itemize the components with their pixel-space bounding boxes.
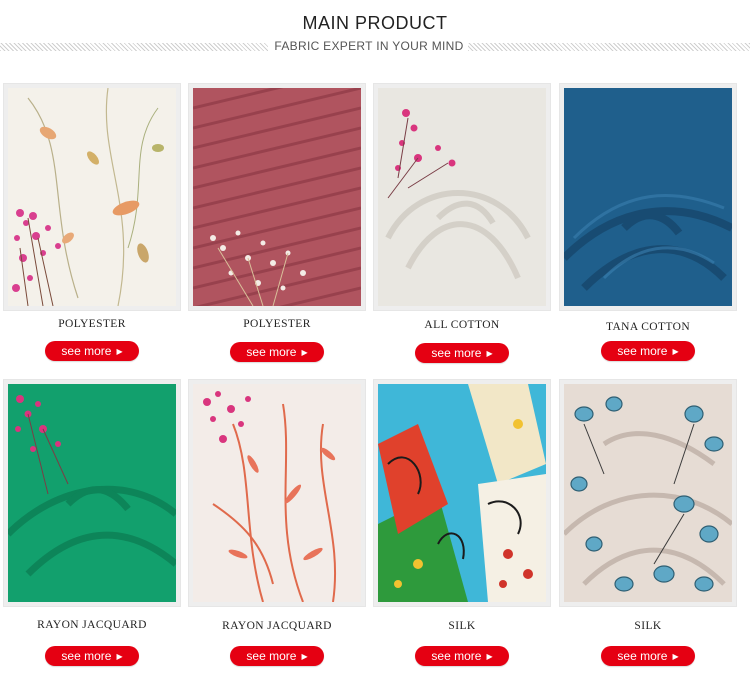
product-image[interactable] xyxy=(374,84,550,310)
product-label: TANA COTTON xyxy=(605,321,691,333)
arrow-right-icon: ▶ xyxy=(672,652,679,661)
see-more-button[interactable]: see more ▶ xyxy=(45,646,139,666)
button-label: see more xyxy=(617,649,668,663)
see-more-button[interactable]: see more ▶ xyxy=(45,341,139,361)
button-label: see more xyxy=(61,344,112,358)
product-image[interactable] xyxy=(560,380,736,606)
product-label: RAYON JACQUARD xyxy=(222,620,332,632)
product-label: SILK xyxy=(634,620,662,632)
product-image[interactable] xyxy=(4,380,180,606)
decorative-hatch-right xyxy=(468,43,750,51)
arrow-right-icon: ▶ xyxy=(486,349,493,358)
product-card-all-cotton[interactable]: ALL COTTON see more ▶ xyxy=(374,84,550,363)
see-more-button[interactable]: see more ▶ xyxy=(230,646,324,666)
decorative-hatch-left xyxy=(0,43,268,51)
see-more-button[interactable]: see more ▶ xyxy=(415,343,509,363)
see-more-button[interactable]: see more ▶ xyxy=(415,646,509,666)
product-label: RAYON JACQUARD xyxy=(37,619,147,631)
product-card-rayon-jacquard-green[interactable]: RAYON JACQUARD see more ▶ xyxy=(4,380,180,666)
page-subtitle: FABRIC EXPERT IN YOUR MIND xyxy=(274,39,464,53)
product-card-rayon-jacquard-floral[interactable]: RAYON JACQUARD see more ▶ xyxy=(189,380,365,666)
button-label: see more xyxy=(61,649,112,663)
product-card-silk-celtic[interactable]: SILK see more ▶ xyxy=(374,380,550,666)
product-image[interactable] xyxy=(4,84,180,310)
product-card-polyester-floral[interactable]: POLYESTER see more ▶ xyxy=(4,84,180,361)
product-card-silk-dots[interactable]: SILK see more ▶ xyxy=(560,380,736,666)
see-more-button[interactable]: see more ▶ xyxy=(601,341,695,361)
product-image[interactable] xyxy=(560,84,736,310)
button-label: see more xyxy=(246,345,297,359)
product-label: POLYESTER xyxy=(243,318,311,330)
page-title: MAIN PRODUCT xyxy=(302,13,448,33)
button-label: see more xyxy=(431,346,482,360)
product-card-polyester-rib[interactable]: POLYESTER see more ▶ xyxy=(189,84,365,362)
arrow-right-icon: ▶ xyxy=(116,347,123,356)
product-label: SILK xyxy=(448,620,476,632)
button-label: see more xyxy=(246,649,297,663)
arrow-right-icon: ▶ xyxy=(486,652,493,661)
product-label: POLYESTER xyxy=(58,318,126,330)
arrow-right-icon: ▶ xyxy=(301,652,308,661)
button-label: see more xyxy=(431,649,482,663)
product-image[interactable] xyxy=(189,84,365,310)
button-label: see more xyxy=(617,344,668,358)
product-image[interactable] xyxy=(374,380,550,606)
product-card-tana-cotton[interactable]: TANA COTTON see more ▶ xyxy=(560,84,736,361)
arrow-right-icon: ▶ xyxy=(672,347,679,356)
subtitle-row: FABRIC EXPERT IN YOUR MIND xyxy=(0,38,750,56)
see-more-button[interactable]: see more ▶ xyxy=(601,646,695,666)
product-label: ALL COTTON xyxy=(424,319,500,331)
see-more-button[interactable]: see more ▶ xyxy=(230,342,324,362)
product-image[interactable] xyxy=(189,380,365,606)
arrow-right-icon: ▶ xyxy=(116,652,123,661)
arrow-right-icon: ▶ xyxy=(301,348,308,357)
